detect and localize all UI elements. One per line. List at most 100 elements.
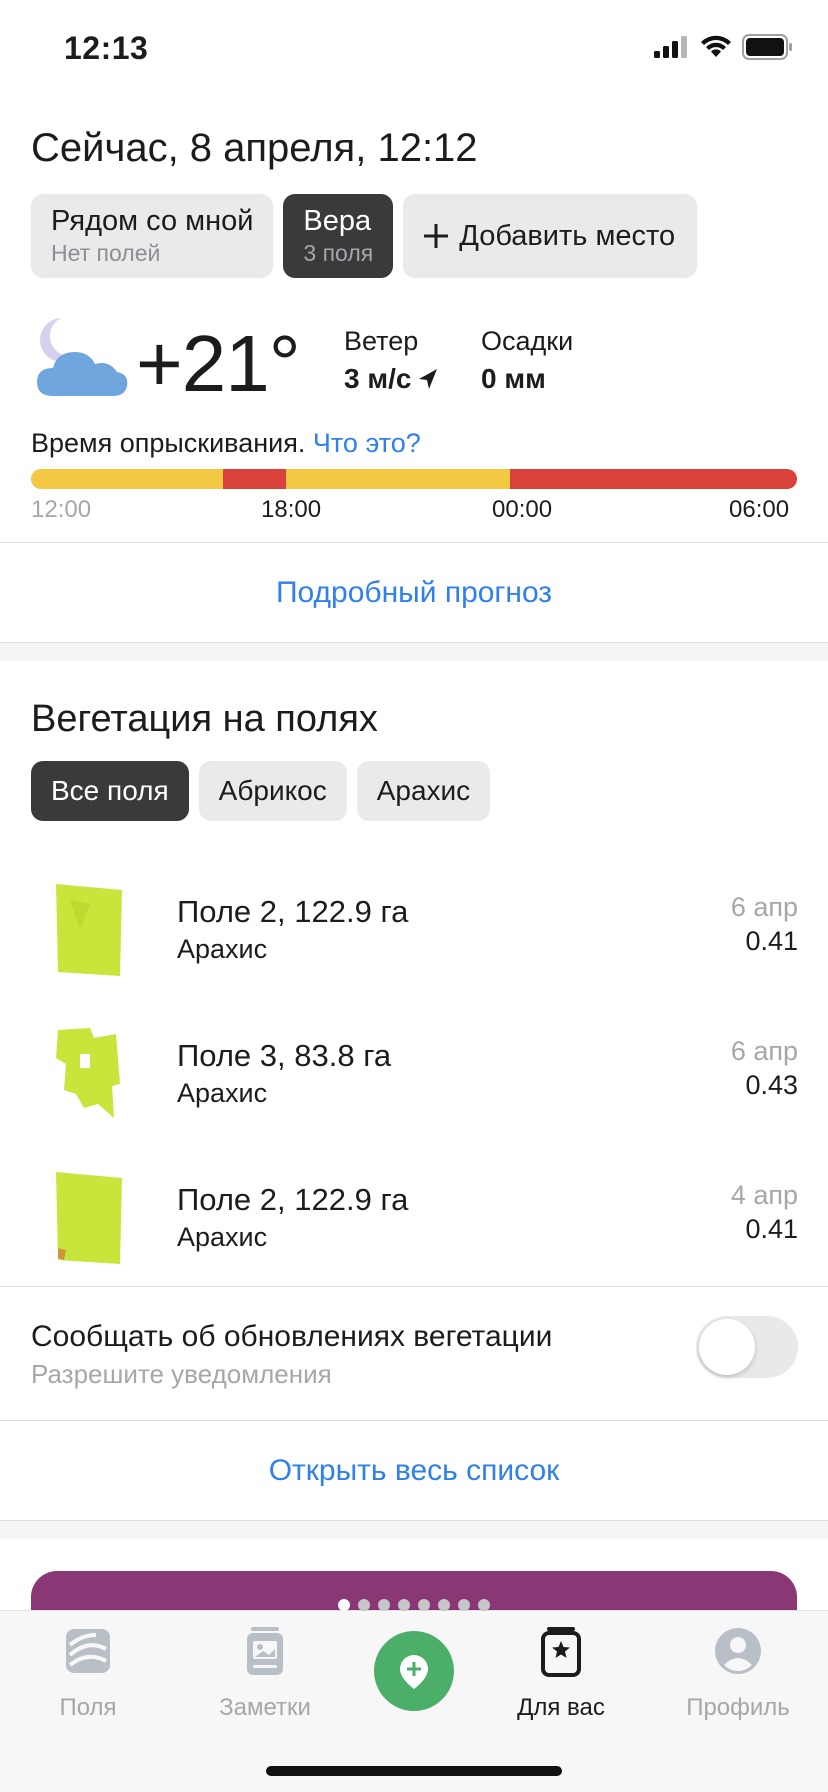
- field-ndvi-value: 0.41: [745, 1214, 798, 1244]
- field-ndvi-value: 0.43: [745, 1070, 798, 1100]
- pagination-dot[interactable]: [358, 1599, 370, 1611]
- place-chip-sub: Нет полей: [51, 240, 161, 266]
- field-row[interactable]: Поле 3, 83.8 га Арахис 6 апр 0.43: [0, 1024, 828, 1134]
- divider: [0, 1286, 828, 1287]
- wind-block: Ветер 3 м/с: [344, 326, 439, 395]
- place-chips: Рядом со мной Нет полей Вера 3 поля Доба…: [31, 194, 698, 278]
- open-full-list-link[interactable]: Открыть весь список: [0, 1454, 828, 1488]
- field-crop: Арахис: [177, 1222, 268, 1252]
- tab-for-you[interactable]: Для вас: [491, 1625, 631, 1722]
- spraying-ticks: 12:00 18:00 00:00 06:00: [0, 496, 828, 526]
- spraying-label-row: Время опрыскивания. Что это?: [31, 428, 421, 459]
- spraying-tick: 06:00: [729, 496, 790, 523]
- field-thumbnail: [56, 1028, 120, 1118]
- spraying-segment: [286, 469, 510, 489]
- place-chip-sub: 3 поля: [303, 240, 374, 266]
- status-time: 12:13: [64, 30, 149, 66]
- spraying-tick: 12:00: [31, 496, 92, 523]
- precip-label: Осадки: [481, 326, 574, 356]
- notify-subtitle: Разрешите уведомления: [31, 1359, 332, 1389]
- wind-value-row: 3 м/с: [344, 363, 439, 395]
- spraying-segment: [509, 469, 797, 489]
- place-chip-nearby[interactable]: Рядом со мной Нет полей: [31, 194, 274, 278]
- wind-label: Ветер: [344, 326, 419, 356]
- notify-toggle[interactable]: [696, 1316, 798, 1378]
- spraying-tick: 00:00: [492, 496, 553, 523]
- field-crop: Арахис: [177, 1078, 268, 1108]
- field-row[interactable]: Поле 2, 122.9 га Арахис 4 апр 0.41: [0, 1168, 828, 1278]
- field-thumbnail: [56, 884, 122, 976]
- tab-label: Профиль: [686, 1694, 790, 1721]
- tab-bar: Поля Заметки Для вас Профиль: [0, 1610, 828, 1792]
- temperature: +21°: [136, 319, 301, 408]
- tab-fields[interactable]: Поля: [18, 1625, 158, 1722]
- status-icons: [654, 34, 794, 60]
- pagination-dot[interactable]: [458, 1599, 470, 1611]
- tab-label: Для вас: [517, 1694, 605, 1721]
- signal-icon: [654, 36, 687, 58]
- divider: [0, 1420, 828, 1421]
- crop-filter-chips: Все поля Абрикос Арахис: [31, 761, 491, 821]
- field-name: Поле 2, 122.9 га: [177, 1182, 409, 1217]
- pagination-dot[interactable]: [418, 1599, 430, 1611]
- field-date: 6 апр: [730, 1036, 798, 1066]
- wind-value: 3 м/с: [344, 363, 412, 394]
- spraying-segment: [31, 469, 223, 489]
- filter-chip-peanut[interactable]: Арахис: [356, 761, 491, 821]
- place-chip-vera[interactable]: Вера 3 поля: [283, 194, 394, 278]
- plus-icon: [424, 224, 449, 248]
- field-name: Поле 3, 83.8 га: [177, 1038, 392, 1073]
- precip-value-text: 0 мм: [481, 363, 546, 394]
- field-crop: Арахис: [177, 934, 268, 964]
- notify-title: Сообщать об обновлениях вегетации: [31, 1320, 553, 1353]
- toggle-knob: [699, 1319, 755, 1375]
- vegetation-title: Вегетация на полях: [31, 698, 378, 740]
- notes-icon: [247, 1627, 283, 1675]
- add-note-icon: [400, 1655, 428, 1689]
- spraying-segment: [222, 469, 287, 489]
- page-title: Сейчас, 8 апреля, 12:12: [31, 126, 478, 170]
- add-note-button[interactable]: [374, 1631, 454, 1711]
- tab-notes[interactable]: Заметки: [195, 1625, 335, 1722]
- status-bar: 12:13: [0, 0, 828, 100]
- tab-label: Поля: [59, 1694, 117, 1721]
- tab-label: Заметки: [219, 1694, 311, 1721]
- field-ndvi-value: 0.41: [745, 926, 798, 956]
- add-place-button[interactable]: Добавить место: [403, 194, 698, 278]
- tab-profile[interactable]: Профиль: [668, 1625, 808, 1722]
- spraying-timeline-bar: [31, 469, 797, 489]
- precip-block: Осадки 0 мм: [481, 326, 573, 395]
- wifi-icon: [701, 35, 731, 57]
- filter-chip-all[interactable]: Все поля: [31, 761, 189, 821]
- section-gap: [0, 643, 828, 661]
- field-date: 4 апр: [730, 1180, 798, 1210]
- precip-value: 0 мм: [481, 363, 573, 395]
- fields-icon: [66, 1629, 110, 1673]
- divider: [0, 542, 828, 543]
- place-chip-name: Рядом со мной: [51, 205, 254, 237]
- filter-chip-apricot[interactable]: Абрикос: [198, 761, 347, 821]
- wind-direction-icon: [419, 369, 438, 389]
- pagination-dot[interactable]: [378, 1599, 390, 1611]
- pagination-dot[interactable]: [398, 1599, 410, 1611]
- battery-icon: [742, 34, 792, 60]
- pagination-dot[interactable]: [438, 1599, 450, 1611]
- profile-icon: [715, 1628, 761, 1674]
- detailed-forecast-link[interactable]: Подробный прогноз: [0, 576, 828, 610]
- field-row[interactable]: Поле 2, 122.9 га Арахис 6 апр 0.41: [0, 880, 828, 990]
- moon-cloud-icon: [37, 318, 128, 396]
- spraying-tick: 18:00: [261, 496, 322, 523]
- add-place-label: Добавить место: [459, 219, 676, 252]
- for-you-icon: [541, 1627, 581, 1677]
- field-thumbnail: [56, 1172, 122, 1264]
- promo-pagination: [0, 1599, 828, 1611]
- pagination-dot[interactable]: [478, 1599, 490, 1611]
- pagination-dot[interactable]: [338, 1599, 350, 1611]
- home-indicator: [266, 1766, 562, 1776]
- field-name: Поле 2, 122.9 га: [177, 894, 409, 929]
- spraying-label: Время опрыскивания.: [31, 428, 306, 458]
- place-chip-name: Вера: [303, 205, 372, 237]
- field-date: 6 апр: [730, 892, 798, 922]
- spraying-info-link[interactable]: Что это?: [313, 428, 421, 458]
- section-gap: [0, 1521, 828, 1539]
